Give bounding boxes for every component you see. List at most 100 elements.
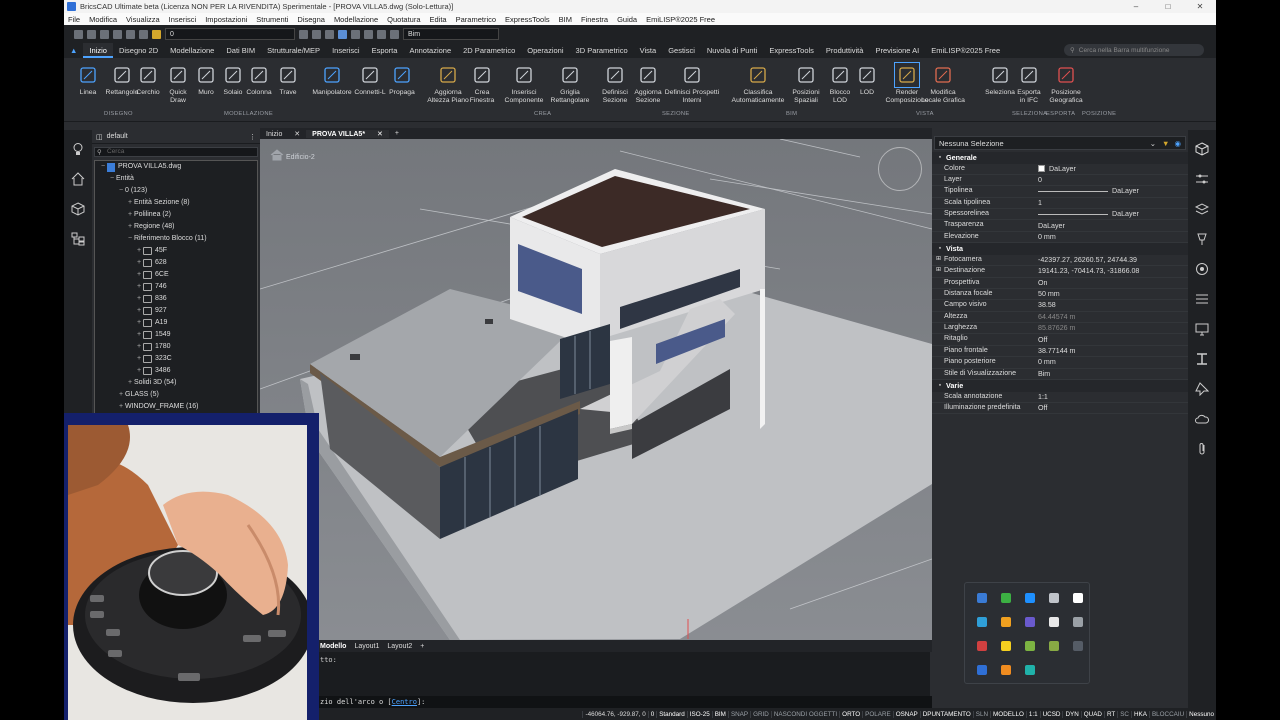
tree-node[interactable]: +746 [95,281,257,293]
property-value[interactable]: 1:1 [1038,392,1188,402]
ucs-icon[interactable] [351,29,360,39]
close-icon[interactable]: ✕ [1184,2,1216,11]
property-value[interactable]: Off [1038,403,1188,413]
selection-dropdown[interactable]: Nessuna Selezione ⌄ ▼ ◉ [934,136,1186,150]
ribbon-button[interactable]: Aggiorna Altezza Piano [424,64,472,104]
status-toggle[interactable]: DPUNTAMENTO [919,710,973,718]
tree-node[interactable]: +628 [95,257,257,269]
tree-node[interactable]: +836 [95,293,257,305]
ribbon-button[interactable]: Seleziona [982,64,1018,97]
save-icon[interactable] [100,29,109,39]
menu-item[interactable]: Disegna [297,15,325,24]
maximize-icon[interactable]: □ [1152,2,1184,11]
redo-icon[interactable] [139,29,148,39]
property-value[interactable]: DaLayer [1038,209,1188,219]
tray-app-icon[interactable] [1025,593,1035,603]
ribbon-tab[interactable]: Disegno 2D [113,43,164,58]
menu-item[interactable]: BIM [559,15,572,24]
new-icon[interactable] [74,29,83,39]
menu-item[interactable]: Quotatura [387,15,420,24]
status-toggle[interactable]: QUAD [1080,710,1104,718]
property-row[interactable]: Elevazione 0 mm [932,232,1188,244]
tree-toggle-icon[interactable]: + [135,245,143,257]
status-toggle[interactable]: NASCONDI OGGETTI [770,710,839,718]
tree-node[interactable]: +927 [95,305,257,317]
status-toggle[interactable]: HKA [1130,710,1149,718]
eye-icon[interactable]: ◉ [1174,139,1181,148]
command-keyword-centro[interactable]: Centro [392,698,417,706]
property-row[interactable]: Piano posteriore 0 mm [932,357,1188,369]
property-row[interactable]: Stile di Visualizzazione Bim [932,369,1188,381]
status-toggle[interactable]: ORTO [839,710,862,718]
status-toggle[interactable]: Standard [656,710,687,718]
property-row[interactable]: ⊞ Fotocamera -42397.27, 26260.57, 24744.3… [932,255,1188,267]
beam-profile-icon[interactable] [1195,352,1209,366]
display-icon[interactable] [1195,322,1209,336]
menu-item[interactable]: Strumenti [256,15,288,24]
tree-node[interactable]: −0 (123) [95,185,257,197]
tree-node[interactable]: + GLASS (5) [95,389,257,401]
tree-node[interactable]: + A19 [95,317,257,329]
workspace-dropdown[interactable]: Bim [403,28,499,40]
ribbon-tab[interactable]: Nuvola di Punti [701,43,763,58]
tree-toggle-icon[interactable]: + [135,281,143,293]
status-toggle[interactable]: OSNAP [892,710,920,718]
command-line[interactable]: zio dell'arco o [Centro]: [316,696,932,708]
property-category[interactable]: ▪ Vista [932,243,1188,255]
ribbon-tab[interactable]: Previsione AI [869,43,925,58]
ribbon-tab[interactable]: Produttività [820,43,870,58]
tray-app-icon[interactable] [977,641,987,651]
property-row[interactable]: Colore DaLayer [932,164,1188,175]
open-icon[interactable] [87,29,96,39]
menu-item[interactable]: ExpressTools [505,15,550,24]
tray-app-icon[interactable] [1049,617,1059,627]
attachment-icon[interactable] [1195,442,1209,456]
collapse-icon[interactable]: ▪ [936,152,944,164]
tree-toggle-icon[interactable]: + [135,365,143,377]
filter-icon[interactable]: ▼ [1162,139,1169,148]
property-row[interactable]: Ritaglio Off [932,334,1188,346]
view-icon[interactable] [364,29,373,39]
tree-node[interactable]: − Entità [95,173,257,185]
tree-node[interactable]: +1549 [95,329,257,341]
menu-item[interactable]: Guida [617,15,637,24]
home-icon[interactable] [270,149,284,161]
tree-toggle-icon[interactable]: + [135,329,143,341]
property-value[interactable]: -42397.27, 26260.57, 24744.39 [1038,255,1188,265]
property-value[interactable]: 0 mm [1038,357,1188,367]
tree-toggle-icon[interactable]: + [135,317,143,329]
status-toggle[interactable]: BIM [711,710,728,718]
sliders-icon[interactable] [1195,172,1209,186]
status-toggle[interactable]: BLOCCAIU [1148,710,1186,718]
property-row[interactable]: Layer 0 [932,175,1188,187]
collapse-icon[interactable]: ▪ [936,243,944,255]
property-value[interactable]: 1 [1038,198,1188,208]
tray-app-icon[interactable] [977,593,987,603]
property-row[interactable]: Tipolinea DaLayer [932,186,1188,198]
ribbon-button[interactable]: Modifica Locale Grafica [920,64,966,104]
status-toggle[interactable]: SLN [972,710,990,718]
property-value[interactable]: DaLayer [1038,220,1188,230]
tray-app-icon[interactable] [1049,593,1059,603]
model-viewport[interactable]: Edificio-2 [260,139,932,640]
menu-item[interactable]: Impostazioni [205,15,247,24]
ribbon-tab[interactable]: Modellazione [164,43,220,58]
tree-node[interactable]: +323C [95,353,257,365]
visual-style-icon[interactable] [325,29,334,39]
workspace-logo-icon[interactable]: ▲ [64,43,83,58]
tree-toggle-icon[interactable]: − [99,161,107,173]
status-toggle[interactable]: SC [1117,710,1131,718]
ribbon-tab[interactable]: 2D Parametrico [457,43,521,58]
property-value[interactable]: Bim [1038,369,1188,379]
property-row[interactable]: Scala tipolinea 1 [932,198,1188,210]
more-icon[interactable]: ⋮ [249,133,256,141]
print-icon[interactable] [113,29,122,39]
ribbon-button[interactable]: Esporta in IFC [1014,64,1044,104]
ribbon-button[interactable]: Cerchio [134,64,162,97]
property-row[interactable]: Altezza 64.44574 m [932,312,1188,324]
ribbon-button[interactable]: Muro [194,64,218,97]
property-row[interactable]: Distanza focale 50 mm [932,289,1188,301]
ribbon-button[interactable]: Crea Finestra [468,64,496,104]
tree-node[interactable]: + Regione (48) [95,221,257,233]
tree-toggle-icon[interactable]: + [117,389,125,401]
